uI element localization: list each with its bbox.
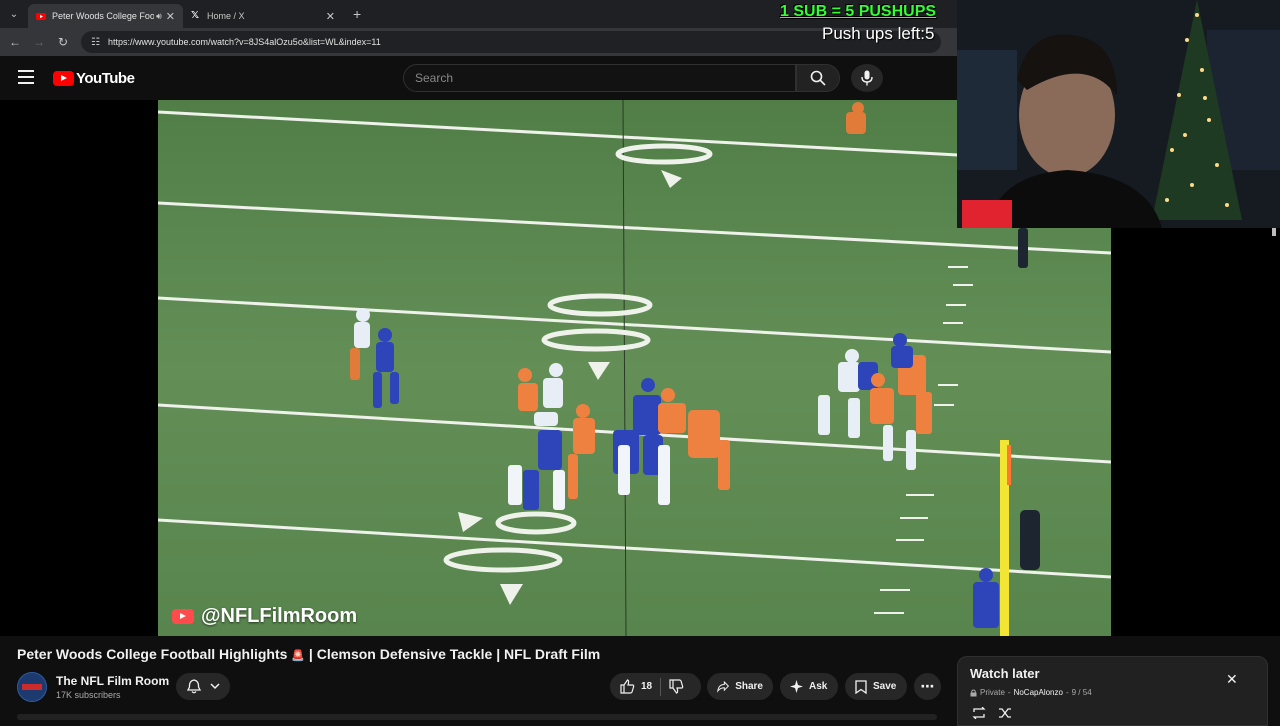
chevron-down-icon xyxy=(209,683,220,690)
url-text: https://www.youtube.com/watch?v=8JS4alOz… xyxy=(107,37,381,47)
channel-name[interactable]: The NFL Film Room xyxy=(56,674,169,688)
youtube-play-icon xyxy=(172,609,194,624)
forward-arrow-icon[interactable]: → xyxy=(27,35,51,49)
new-tab-button[interactable]: + xyxy=(353,6,361,22)
playlist-panel: Watch later Private - NoCapAlonzo - 9 / … xyxy=(957,656,1268,726)
watermark-text: @NFLFilmRoom xyxy=(201,605,358,627)
dislike-button[interactable] xyxy=(669,679,690,694)
share-button[interactable]: Share xyxy=(707,673,773,700)
bookmark-add-icon xyxy=(855,679,867,694)
tab-close-icon[interactable]: ✕ xyxy=(166,10,175,23)
voice-search-button[interactable] xyxy=(851,64,883,92)
youtube-logo[interactable]: YouTube xyxy=(53,70,135,87)
playlist-privacy: Private xyxy=(980,688,1005,697)
ask-button[interactable]: Ask xyxy=(780,673,838,700)
back-arrow-icon[interactable]: ← xyxy=(3,35,27,49)
webcam-feed xyxy=(957,0,1280,228)
thumbs-up-icon xyxy=(620,679,635,694)
close-icon[interactable]: ✕ xyxy=(1226,671,1238,688)
tab-search-chevron-icon[interactable]: ⌄ xyxy=(0,0,28,28)
search-icon xyxy=(810,70,826,86)
tab-x[interactable]: 𝕏 Home / X ✕ xyxy=(183,4,343,28)
playlist-title[interactable]: Watch later xyxy=(970,666,1040,681)
loop-icon[interactable] xyxy=(972,707,986,719)
pushup-overlay-title: 1 SUB = 5 PUSHUPS xyxy=(780,3,937,20)
playlist-meta: Private - NoCapAlonzo - 9 / 54 xyxy=(970,688,1092,697)
description-box-edge xyxy=(17,714,937,720)
webcam-image xyxy=(957,0,1280,228)
channel-info: The NFL Film Room 17K subscribers xyxy=(17,672,169,702)
subscriber-count: 17K subscribers xyxy=(56,690,121,700)
share-label: Share xyxy=(735,681,763,692)
video-title-text: Peter Woods College Football Highlights xyxy=(17,646,288,662)
pushup-counter: Push ups left:5 xyxy=(822,24,935,43)
youtube-icon xyxy=(36,13,46,20)
sparkle-icon xyxy=(790,680,803,693)
save-label: Save xyxy=(873,681,897,692)
url-field[interactable]: ☷ https://www.youtube.com/watch?v=8JS4al… xyxy=(81,31,941,53)
search-button[interactable] xyxy=(796,64,840,92)
share-icon xyxy=(717,680,730,693)
page-margin xyxy=(1111,228,1280,636)
video-title-text-2: | Clemson Defensive Tackle | NFL Draft F… xyxy=(308,646,601,662)
page-scrollbar[interactable] xyxy=(1272,228,1276,236)
notification-button[interactable] xyxy=(176,673,230,700)
reload-icon[interactable]: ↻ xyxy=(51,35,75,49)
like-button[interactable]: 18 xyxy=(610,673,652,700)
site-settings-icon[interactable]: ☷ xyxy=(91,37,100,48)
youtube-logo-text: YouTube xyxy=(76,70,135,87)
thumbs-down-icon xyxy=(669,679,684,694)
speaker-icon[interactable]: 🔊︎ xyxy=(156,11,162,22)
save-button[interactable]: Save xyxy=(845,673,907,700)
like-count: 18 xyxy=(641,681,653,692)
youtube-play-icon xyxy=(53,71,74,86)
channel-avatar[interactable] xyxy=(17,672,47,702)
playlist-owner[interactable]: NoCapAlonzo xyxy=(1014,688,1063,697)
more-actions-button[interactable]: ⋯ xyxy=(914,673,941,700)
lock-icon xyxy=(970,689,977,696)
page-margin xyxy=(0,100,158,636)
tab-youtube[interactable]: Peter Woods College Football 🔊︎ ✕ xyxy=(28,4,183,28)
more-horizontal-icon: ⋯ xyxy=(920,678,935,694)
microphone-icon xyxy=(861,70,873,86)
bell-icon xyxy=(186,679,201,694)
video-title: Peter Woods College Football Highlights … xyxy=(17,646,600,662)
menu-icon[interactable] xyxy=(18,70,34,84)
playlist-position: 9 / 54 xyxy=(1071,688,1092,697)
shuffle-icon[interactable] xyxy=(998,707,1012,719)
youtube-header: YouTube Search xyxy=(0,56,960,100)
search-input[interactable]: Search xyxy=(403,64,796,92)
video-watermark: @NFLFilmRoom xyxy=(172,605,357,628)
siren-emoji: 🚨 xyxy=(291,650,306,662)
x-icon: 𝕏 xyxy=(191,10,200,21)
ask-label: Ask xyxy=(809,681,828,692)
tab-title: Peter Woods College Football xyxy=(52,11,155,21)
tab-title: Home / X xyxy=(207,11,245,21)
like-dislike-group: 18 xyxy=(610,673,701,700)
tab-close-icon[interactable]: ✕ xyxy=(326,10,335,23)
